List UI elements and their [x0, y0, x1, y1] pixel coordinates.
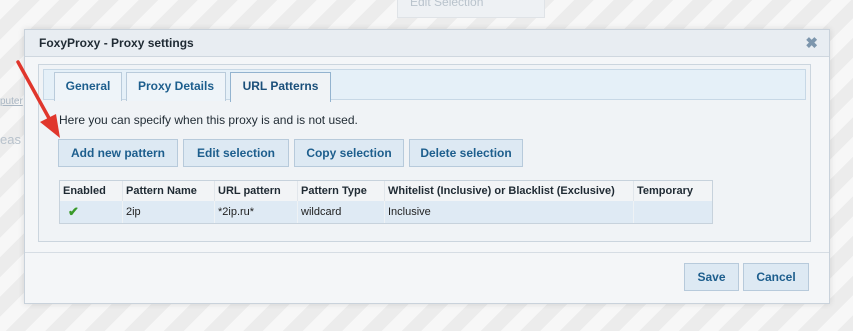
tab-strip: General Proxy Details URL Patterns	[43, 69, 806, 102]
check-icon: ✔	[68, 204, 79, 219]
url-pattern-cell: *2ip.ru*	[215, 201, 298, 223]
column-header-whitelist-blacklist[interactable]: Whitelist (Inclusive) or Blacklist (Excl…	[385, 181, 634, 201]
table-row[interactable]: ✔ 2ip *2ip.ru* wildcard Inclusive	[60, 201, 712, 223]
background-edit-selection-button: Edit Selection	[397, 0, 545, 18]
temporary-cell	[634, 201, 712, 223]
tab-panel: General Proxy Details URL Patterns Here …	[38, 64, 811, 242]
save-button[interactable]: Save	[684, 263, 739, 291]
close-icon[interactable]: ✖	[805, 34, 818, 52]
patterns-table: Enabled Pattern Name URL pattern Pattern…	[59, 180, 713, 224]
cancel-button[interactable]: Cancel	[743, 263, 809, 291]
url-patterns-description: Here you can specify when this proxy is …	[59, 113, 358, 127]
list-type-cell: Inclusive	[385, 201, 634, 223]
add-new-pattern-button[interactable]: Add new pattern	[58, 139, 178, 167]
column-header-pattern-type[interactable]: Pattern Type	[298, 181, 385, 201]
footer-divider	[25, 252, 829, 253]
column-header-temporary[interactable]: Temporary	[634, 181, 712, 201]
tab-proxy-details[interactable]: Proxy Details	[126, 72, 226, 101]
column-header-enabled[interactable]: Enabled	[60, 181, 123, 201]
dialog-title: FoxyProxy - Proxy settings	[39, 36, 194, 50]
copy-selection-button[interactable]: Copy selection	[294, 139, 404, 167]
annotation-arrow-icon	[16, 60, 60, 138]
pattern-name-cell: 2ip	[123, 201, 215, 223]
delete-selection-button[interactable]: Delete selection	[409, 139, 523, 167]
dialog-titlebar: FoxyProxy - Proxy settings ✖	[25, 30, 829, 57]
enabled-cell[interactable]: ✔	[60, 201, 123, 223]
tab-url-patterns[interactable]: URL Patterns	[230, 72, 331, 102]
column-header-pattern-name[interactable]: Pattern Name	[123, 181, 215, 201]
proxy-settings-dialog: FoxyProxy - Proxy settings ✖ General Pro…	[24, 29, 830, 304]
edit-selection-button[interactable]: Edit selection	[183, 139, 289, 167]
pattern-type-cell: wildcard	[298, 201, 385, 223]
table-header: Enabled Pattern Name URL pattern Pattern…	[60, 181, 712, 202]
column-header-url-pattern[interactable]: URL pattern	[215, 181, 298, 201]
